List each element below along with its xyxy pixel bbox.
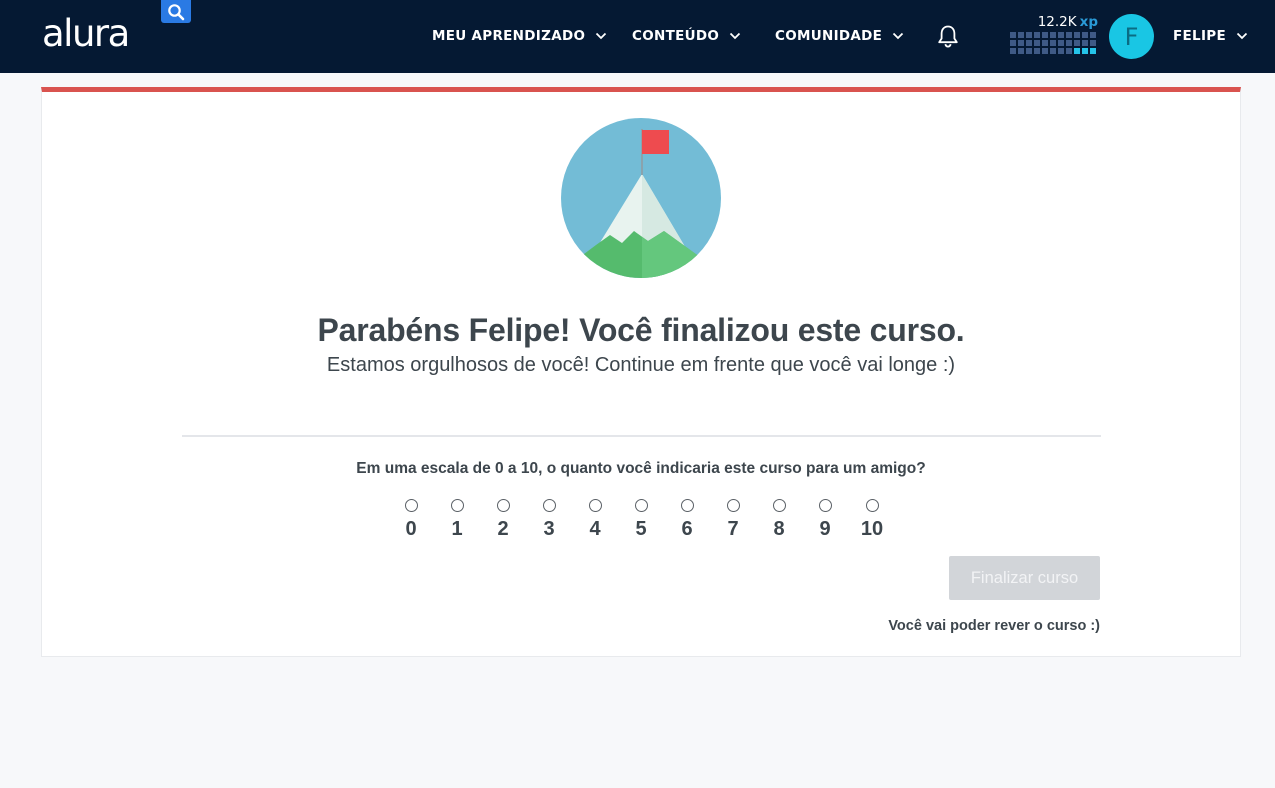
chevron-down-icon (1236, 32, 1248, 40)
user-menu[interactable]: FELIPE (1173, 24, 1248, 48)
rating-option-4[interactable]: 4 (575, 493, 615, 543)
radio-button[interactable] (727, 499, 740, 512)
rating-option-6[interactable]: 6 (667, 493, 707, 543)
rating-option-3[interactable]: 3 (529, 493, 569, 543)
radio-button[interactable] (866, 499, 879, 512)
xp-value: 12.2K (1037, 14, 1077, 30)
rating-option-2[interactable]: 2 (483, 493, 523, 543)
bell-icon (938, 25, 958, 48)
radio-button[interactable] (405, 499, 418, 512)
nav-conteudo[interactable]: CONTEÚDO (632, 24, 741, 48)
review-note: Você vai poder rever o curso :) (888, 618, 1100, 634)
chevron-down-icon (595, 32, 607, 40)
chevron-down-icon (892, 32, 904, 40)
xp-unit: xp (1079, 14, 1098, 30)
page-subtitle: Estamos orgulhosos de você! Continue em … (326, 354, 956, 376)
notifications-button[interactable] (935, 23, 961, 49)
radio-button[interactable] (589, 499, 602, 512)
user-name: FELIPE (1173, 28, 1226, 44)
radio-button[interactable] (681, 499, 694, 512)
rating-label: 8 (773, 518, 785, 540)
rating-option-0[interactable]: 0 (391, 493, 431, 543)
rating-label: 5 (635, 518, 647, 540)
rating-label: 4 (589, 518, 601, 540)
search-button[interactable] (161, 0, 191, 23)
xp-indicator[interactable]: 12.2K xp (1010, 12, 1100, 60)
rating-option-1[interactable]: 1 (437, 493, 477, 543)
rating-option-10[interactable]: 10 (852, 493, 892, 543)
nav-comunidade[interactable]: COMUNIDADE (775, 24, 904, 48)
radio-button[interactable] (819, 499, 832, 512)
radio-button[interactable] (773, 499, 786, 512)
mountain-flag-icon (561, 118, 721, 278)
rating-label: 3 (543, 518, 555, 540)
radio-button[interactable] (543, 499, 556, 512)
page-title: Parabéns Felipe! Você finalizou este cur… (317, 312, 965, 348)
avatar[interactable]: F (1109, 14, 1154, 59)
alura-logo[interactable]: alura (42, 12, 130, 56)
chevron-down-icon (729, 32, 741, 40)
rating-label: 10 (860, 518, 884, 540)
divider (182, 435, 1101, 437)
nav-label: COMUNIDADE (775, 28, 883, 44)
radio-button[interactable] (635, 499, 648, 512)
rating-option-7[interactable]: 7 (713, 493, 753, 543)
xp-level-grid (1010, 32, 1096, 54)
nav-label: CONTEÚDO (632, 28, 720, 44)
rating-option-9[interactable]: 9 (805, 493, 845, 543)
top-navbar: alura MEU APRENDIZADO CONTEÚDO COMUNIDAD… (0, 0, 1275, 73)
search-icon (168, 3, 185, 20)
rating-question: Em uma escala de 0 a 10, o quanto você i… (356, 460, 926, 477)
rating-option-8[interactable]: 8 (759, 493, 799, 543)
rating-label: 1 (451, 518, 463, 540)
rating-label: 0 (405, 518, 417, 540)
rating-label: 9 (819, 518, 831, 540)
radio-button[interactable] (451, 499, 464, 512)
nav-meu-aprendizado[interactable]: MEU APRENDIZADO (432, 24, 607, 48)
radio-button[interactable] (497, 499, 510, 512)
rating-option-5[interactable]: 5 (621, 493, 661, 543)
rating-label: 6 (681, 518, 693, 540)
rating-label: 7 (727, 518, 739, 540)
finish-course-button[interactable]: Finalizar curso (949, 556, 1100, 600)
xp-text: 12.2K xp (1038, 14, 1098, 30)
nav-label: MEU APRENDIZADO (432, 28, 586, 44)
course-completion-card: Parabéns Felipe! Você finalizou este cur… (41, 87, 1241, 657)
rating-label: 2 (497, 518, 509, 540)
